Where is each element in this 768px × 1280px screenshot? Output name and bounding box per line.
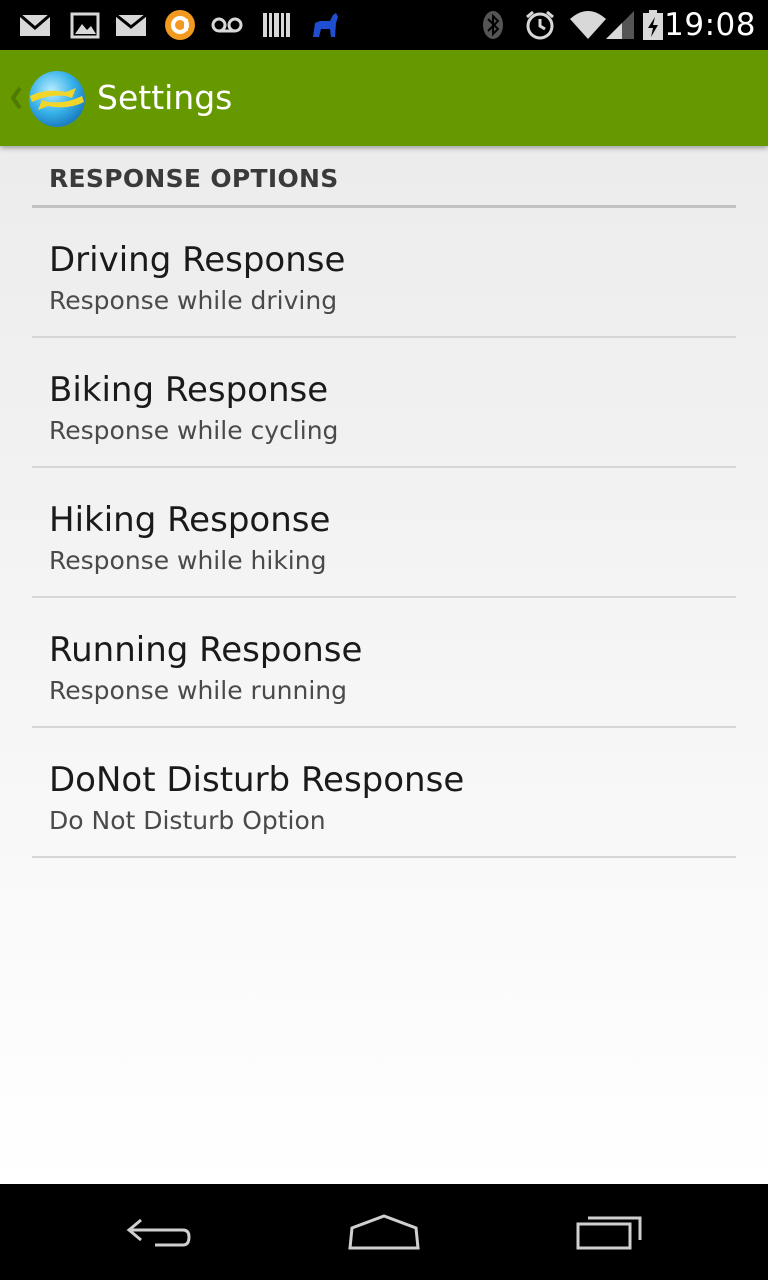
pref-summary: Do Not Disturb Option <box>49 806 326 835</box>
recents-icon <box>576 1216 642 1250</box>
voicemail-icon <box>211 17 243 33</box>
settings-list: RESPONSE OPTIONS Driving Response Respon… <box>0 146 768 1184</box>
battery-icon <box>643 10 663 40</box>
navigation-bar <box>0 1184 768 1280</box>
pref-title: Hiking Response <box>49 500 331 540</box>
action-bar: Settings <box>0 50 768 146</box>
pref-hiking-response[interactable]: Hiking Response Response while hiking <box>32 468 736 598</box>
pref-title: Driving Response <box>49 240 346 280</box>
app-logo-icon[interactable] <box>26 68 88 130</box>
status-bar: 19:08 <box>0 0 768 50</box>
home-button[interactable] <box>334 1198 434 1266</box>
app-circle-icon <box>165 10 195 40</box>
pref-summary: Response while hiking <box>49 546 327 575</box>
alarm-icon <box>526 10 554 40</box>
pref-summary: Response while driving <box>49 286 338 315</box>
signal-icon <box>606 11 634 39</box>
status-time: 19:08 <box>664 7 756 43</box>
pref-do-not-disturb-response[interactable]: DoNot Disturb Response Do Not Disturb Op… <box>32 728 736 858</box>
pref-title: Biking Response <box>49 370 329 410</box>
pref-summary: Response while running <box>49 676 347 705</box>
recents-button[interactable] <box>560 1198 660 1266</box>
bluetooth-icon <box>483 11 503 39</box>
pref-summary: Response while cycling <box>49 416 339 445</box>
gmail-icon <box>19 13 51 36</box>
pref-running-response[interactable]: Running Response Response while running <box>32 598 736 728</box>
pref-driving-response[interactable]: Driving Response Response while driving <box>32 208 736 338</box>
back-icon <box>126 1218 191 1247</box>
email-icon <box>115 13 147 36</box>
page-title: Settings <box>97 78 233 117</box>
back-button[interactable] <box>110 1198 210 1266</box>
barcode-icon <box>263 13 290 37</box>
pref-biking-response[interactable]: Biking Response Response while cycling <box>32 338 736 468</box>
up-caret-icon[interactable] <box>8 84 24 112</box>
category-title: RESPONSE OPTIONS <box>49 164 339 193</box>
divider <box>32 856 736 858</box>
pref-title: DoNot Disturb Response <box>49 760 465 800</box>
home-icon <box>348 1214 420 1250</box>
wifi-icon <box>570 11 606 39</box>
pref-title: Running Response <box>49 630 363 670</box>
cat-icon <box>313 13 338 37</box>
gallery-icon <box>70 12 100 39</box>
